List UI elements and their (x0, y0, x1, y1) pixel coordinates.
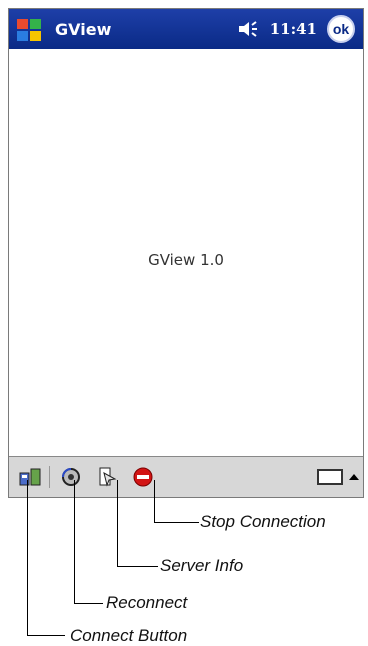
leader-connect-button (27, 480, 65, 636)
callout-connect-button: Connect Button (70, 626, 188, 645)
ok-button[interactable]: ok (327, 15, 355, 43)
main-content: GView 1.0 (9, 49, 363, 457)
app-title: GView (55, 19, 112, 39)
speaker-icon[interactable] (238, 21, 260, 37)
pocket-pc-window: GView 11:41 ok GView 1.0 (8, 8, 364, 498)
title-bar: GView 11:41 ok (9, 9, 363, 49)
callout-server-info: Server Info (160, 556, 244, 575)
leader-stop-connection (154, 480, 199, 523)
start-menu-windows-flag-icon[interactable] (9, 9, 49, 49)
clock[interactable]: 11:41 (270, 20, 317, 38)
leader-reconnect (74, 480, 103, 604)
callout-stop-connection: Stop Connection (200, 512, 326, 531)
sip-menu-arrow-icon[interactable] (349, 474, 359, 480)
keyboard-icon[interactable] (317, 469, 343, 485)
leader-server-info (117, 480, 158, 567)
app-version-label: GView 1.0 (148, 251, 224, 269)
callout-reconnect: Reconnect (106, 593, 188, 612)
